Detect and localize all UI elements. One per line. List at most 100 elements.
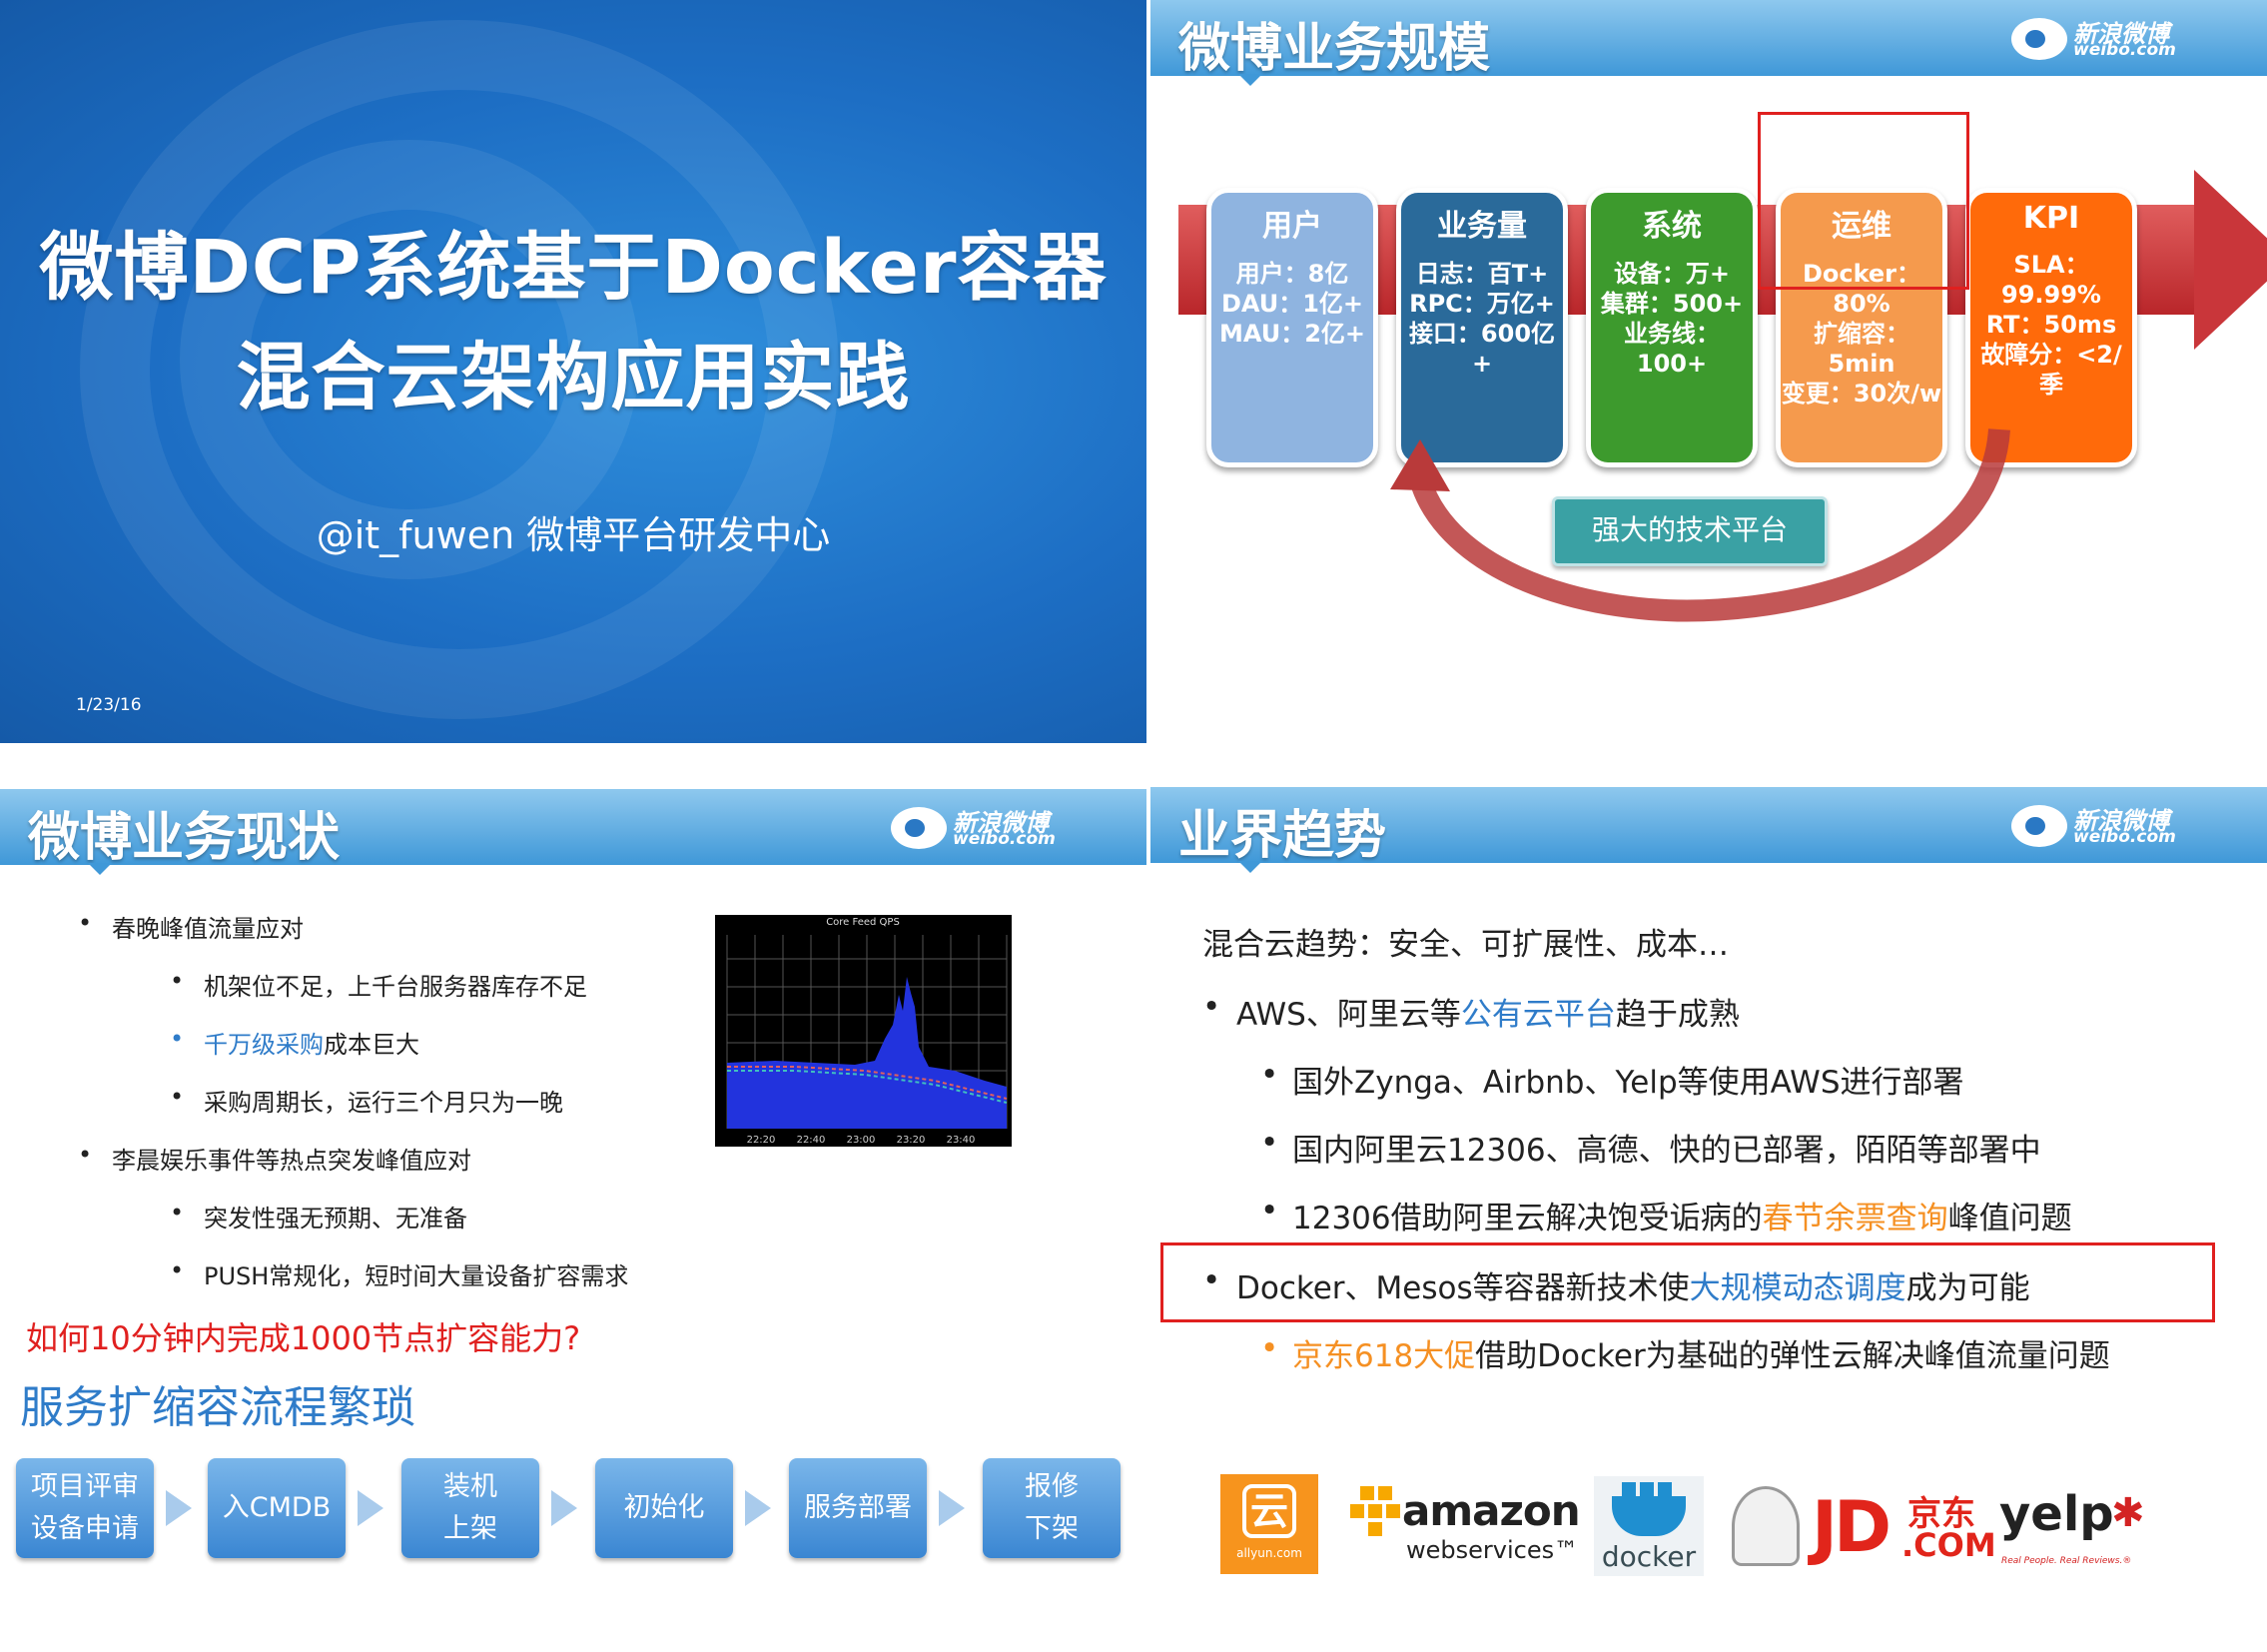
bullet-level2: • PUSH常规化，短时间大量设备扩容需求 (170, 1256, 629, 1290)
weibo-eye-icon (891, 807, 947, 849)
box-header: 用户 (1262, 209, 1322, 244)
bullet-level2: • 机架位不足，上千台服务器库存不足 (170, 967, 587, 1001)
step-line: 项目评审 (31, 1471, 139, 1502)
chart-tick: 23:40 (947, 1135, 976, 1146)
chart-tick: 23:20 (897, 1135, 926, 1146)
box-line: MAU：2亿+ (1218, 320, 1365, 348)
slide-title: 微博业务现状 (28, 808, 341, 868)
bullet-level1: • 李晨娱乐事件等热点突发峰值应对 (78, 1141, 471, 1175)
industry-trend-slide: 业界趋势 新浪微博 weibo.com 混合云趋势：安全、可扩展性、成本… • A… (1150, 787, 2267, 1652)
process-step: 服务部署 (789, 1458, 927, 1558)
docker-whale-icon (1612, 1496, 1686, 1536)
chart-tick: 22:20 (747, 1135, 776, 1146)
box-header: 业务量 (1437, 209, 1527, 244)
bullet-text: 成本巨大 (324, 1031, 419, 1059)
bullet-text: 成为可能 (1905, 1270, 2030, 1306)
box-line: DAU：1亿+ (1220, 290, 1364, 318)
step-arrow (358, 1490, 383, 1526)
header-pointer (1238, 74, 1262, 86)
step-line: 服务部署 (804, 1492, 912, 1523)
step-arrow (939, 1490, 965, 1526)
bullet-text: 国外Zynga、Airbnb、Yelp等使用AWS进行部署 (1292, 1065, 1964, 1101)
bullet-text: AWS、阿里云等 (1236, 997, 1461, 1033)
box-line: 业务线：100+ (1624, 320, 1720, 378)
business-status-slide: 微博业务现状 新浪微博 weibo.com • 春晚峰值流量应对 • 机架位不足，上… (0, 789, 1146, 1652)
bullet-text: 借助Docker为基础的弹性云解决峰值流量问题 (1475, 1338, 2110, 1374)
bullet-text: 机架位不足，上千台服务器库存不足 (204, 973, 587, 1001)
bullet-text: 采购周期长，运行三个月只为一晚 (204, 1089, 563, 1117)
chart-tick: 22:40 (797, 1135, 826, 1146)
slide-date: 1/23/16 (76, 695, 142, 715)
qps-chart-svg: Core Feed QPS 22:20 22:40 23:00 23:20 23… (726, 917, 1008, 1146)
slide-header: 微博业务现状 新浪微博 weibo.com (0, 789, 1146, 868)
platform-label: 强大的技术平台 (1552, 496, 1828, 566)
bullet-text-highlight: 公有云平台 (1460, 997, 1616, 1033)
box-line: 日志：百T+ (1415, 260, 1549, 288)
step-line: 上架 (443, 1513, 497, 1544)
chart-title: Core Feed QPS (826, 917, 900, 928)
bullet-level2: • 千万级采购成本巨大 (170, 1025, 419, 1059)
business-scale-slide: 微博业务规模 新浪微博 weibo.com 用户 用户：8亿 DAU：1亿+ M… (1150, 0, 2267, 743)
process-step: 装机 上架 (401, 1458, 539, 1558)
logo-text-en: weibo.com (953, 829, 1056, 849)
question-text: 如何10分钟内完成1000节点扩容能力? (26, 1319, 581, 1357)
box-line: 扩缩容：5min (1814, 320, 1909, 378)
bullet-level2: • 12306借助阿里云解决饱受诟病的春节余票查询峰值问题 (1260, 1193, 2072, 1237)
docker-text: docker (1601, 1540, 1697, 1573)
logo-text-en: weibo.com (2073, 40, 2176, 60)
qps-chart: Core Feed QPS 22:20 22:40 23:00 23:20 23… (715, 915, 1012, 1147)
bullet-level2: • 采购周期长，运行三个月只为一晚 (170, 1083, 563, 1117)
step-arrow (745, 1490, 771, 1526)
step-line: 下架 (1025, 1513, 1079, 1544)
yelp-tagline: Real People. Real Reviews.® (2001, 1556, 2132, 1566)
bullet-text-highlight: 京东618大促 (1292, 1338, 1476, 1374)
bullet-text-highlight: 千万级采购 (204, 1031, 324, 1059)
slide-title: 业界趋势 (1178, 806, 1387, 866)
chart-tick: 23:00 (847, 1135, 876, 1146)
slide-header: 微博业务规模 新浪微博 weibo.com (1150, 0, 2267, 79)
aws-logo: amazon webservices™ (1350, 1476, 1581, 1576)
bullet-text: 李晨娱乐事件等热点突发峰值应对 (112, 1147, 471, 1175)
amazon-text: amazon (1402, 1486, 1581, 1535)
step-arrow (166, 1490, 192, 1526)
bullet-text: 国内阿里云12306、高德、快的已部署，陌陌等部署中 (1292, 1133, 2041, 1169)
slide-header: 业界趋势 新浪微博 weibo.com (1150, 787, 2267, 866)
weibo-logo: 新浪微博 weibo.com (2011, 12, 2231, 64)
bullet-level2: • 京东618大促借助Docker为基础的弹性云解决峰值流量问题 (1260, 1330, 2110, 1374)
process-step: 报修 下架 (983, 1458, 1121, 1558)
process-heading: 服务扩缩容流程繁琐 (20, 1382, 415, 1433)
flow-arrow-head (2194, 170, 2267, 350)
jd-com-text: .COM (1901, 1526, 1996, 1564)
bullet-text: 趋于成熟 (1615, 997, 1740, 1033)
process-step: 项目评审 设备申请 (16, 1458, 154, 1558)
step-line: 初始化 (623, 1492, 705, 1523)
header-pointer (88, 863, 112, 875)
header-pointer (1238, 861, 1262, 873)
box-line: 用户：8亿 (1235, 260, 1349, 288)
slide-subtitle: @it_fuwen 微博平台研发中心 (316, 513, 831, 557)
jd-logo: JD 京东 .COM (1732, 1476, 1996, 1576)
box-line: RPC：万亿+ (1409, 290, 1555, 318)
bullet-level1: • Docker、Mesos等容器新技术使大规模动态调度成为可能 (1202, 1262, 2030, 1306)
jd-text: JD (1812, 1486, 1891, 1568)
title-slide: 微博DCP系统基于Docker容器 混合云架构应用实践 @it_fuwen 微博… (0, 0, 1146, 743)
box-line: RT：50ms (1985, 311, 2117, 339)
weibo-logo: 新浪微博 weibo.com (2011, 799, 2231, 851)
box-line: 接口：600亿 (1408, 320, 1556, 348)
slide-title-line1: 微博DCP系统基于Docker容器 (39, 225, 1108, 311)
docker-containers-icon (1622, 1482, 1672, 1498)
logo-text-en: weibo.com (2073, 827, 2176, 847)
bullet-text: Docker、Mesos等容器新技术使 (1236, 1270, 1690, 1306)
bullet-text-highlight: 春节余票查询 (1762, 1201, 1948, 1237)
bullet-text: 突发性强无预期、无准备 (204, 1205, 467, 1233)
bullet-level2: • 国内阿里云12306、高德、快的已部署，陌陌等部署中 (1260, 1125, 2041, 1169)
bullet-text-highlight: 大规模动态调度 (1689, 1270, 1906, 1306)
weibo-logo: 新浪微博 weibo.com (891, 801, 1111, 853)
weibo-eye-icon (2011, 805, 2067, 847)
box-line: 设备：万+ (1613, 260, 1731, 288)
yelp-text: yelp (1999, 1486, 2114, 1542)
allyun-text: allyun.com (1236, 1546, 1302, 1560)
bullet-text: PUSH常规化，短时间大量设备扩容需求 (204, 1262, 629, 1290)
box-header: KPI (2022, 201, 2080, 236)
process-step: 入CMDB (208, 1458, 346, 1558)
